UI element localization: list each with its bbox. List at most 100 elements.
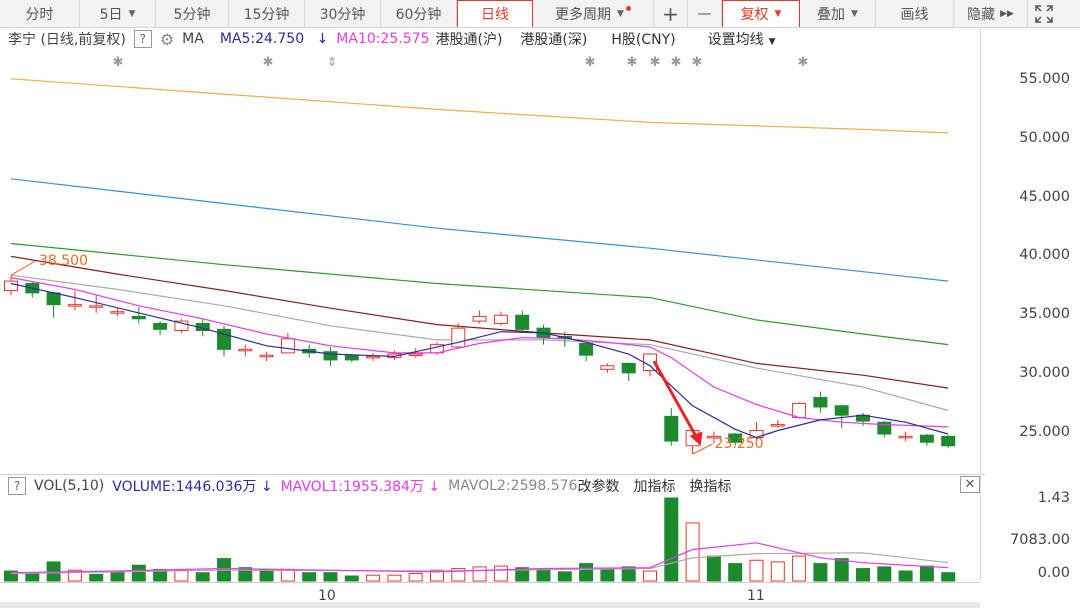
event-star-icon: ✱ xyxy=(263,55,274,70)
volume-bar xyxy=(919,565,934,582)
candle xyxy=(919,434,934,443)
volume-bar xyxy=(898,570,913,582)
help-icon[interactable]: ? xyxy=(8,477,26,495)
price-tick: 40.000 xyxy=(1019,247,1070,263)
mavol1-value: MAVOL1:1955.384万 ↓ xyxy=(280,479,441,495)
candle xyxy=(515,314,530,330)
candle xyxy=(770,424,785,427)
candle xyxy=(792,402,807,419)
candle xyxy=(46,292,61,306)
volume-bar xyxy=(834,558,849,582)
volume-bar xyxy=(941,572,956,582)
vol-label[interactable]: VOL(5,10) xyxy=(34,478,104,494)
candle xyxy=(941,435,956,447)
volume-bar xyxy=(195,572,210,582)
switch-indicator-button[interactable]: 换指标 xyxy=(689,476,731,496)
high-label: 38.500 xyxy=(39,253,88,269)
volume-bar xyxy=(259,568,274,582)
event-star-icon: ✱ xyxy=(650,55,661,70)
change-params-button[interactable]: 改参数 xyxy=(577,476,619,496)
volume-bar xyxy=(856,568,870,582)
candle xyxy=(472,315,487,322)
ma10-line xyxy=(10,277,949,428)
volume-bar xyxy=(536,568,551,582)
candle xyxy=(898,435,913,439)
volume-bar xyxy=(280,568,295,582)
volume-bar xyxy=(706,555,721,582)
price-tick: 55.000 xyxy=(1019,71,1070,87)
volume-bar xyxy=(472,566,487,582)
candle xyxy=(259,354,274,358)
price-tick: 35.000 xyxy=(1019,306,1070,322)
candle xyxy=(493,314,508,324)
candle xyxy=(813,397,828,408)
kline-chart[interactable]: ✱ ✱ ✱ ✱ ✱ ✱ ✱ ✱ ⇕ 38.500 23.250 xyxy=(0,0,1080,608)
axis-separator xyxy=(980,27,981,580)
event-star-icon: ✱ xyxy=(671,55,682,70)
candle xyxy=(664,415,679,442)
candle xyxy=(238,348,253,352)
volume-bar xyxy=(664,497,679,582)
price-tick: 30.000 xyxy=(1019,365,1070,381)
price-tick: 25.000 xyxy=(1019,424,1070,440)
volume-bar xyxy=(813,563,828,582)
volume-bar xyxy=(387,574,402,582)
high-pointer xyxy=(10,260,36,276)
volume-bar xyxy=(174,569,189,582)
candle xyxy=(834,405,849,416)
price-tick: 45.000 xyxy=(1019,189,1070,205)
event-star-icon: ✱ xyxy=(113,55,124,70)
volume-value: VOLUME:1446.036万 ↓ xyxy=(112,479,273,495)
volume-bar xyxy=(792,555,807,582)
volume-bar xyxy=(323,572,338,582)
candle xyxy=(621,362,636,374)
horizontal-scrollbar[interactable] xyxy=(0,602,980,608)
volume-bar xyxy=(25,572,40,582)
candle xyxy=(153,322,168,330)
volume-tick: 0.00 xyxy=(1037,565,1070,581)
volume-bar xyxy=(643,570,657,582)
volume-bar xyxy=(770,561,785,582)
candle xyxy=(4,280,18,292)
candle xyxy=(280,338,295,354)
event-star-icon: ✱ xyxy=(798,55,809,70)
volume-bar xyxy=(302,572,317,582)
ma250-line xyxy=(10,78,949,134)
volume-bar xyxy=(877,566,892,582)
volume-bar xyxy=(579,563,594,582)
volume-info-bar: ? VOL(5,10) VOLUME:1446.036万 ↓ MAVOL1:19… xyxy=(0,474,985,497)
close-icon[interactable]: ✕ xyxy=(960,476,980,493)
volume-bar xyxy=(749,559,764,582)
candle xyxy=(579,342,594,356)
volume-bar xyxy=(131,564,146,582)
down-arrow-icon: ↓ xyxy=(428,479,441,495)
volume-bar xyxy=(366,574,381,582)
candle xyxy=(600,365,615,370)
volume-bar xyxy=(89,573,104,582)
candle xyxy=(110,311,125,314)
split-marker-icon: ⇕ xyxy=(327,55,337,69)
volume-bar xyxy=(728,563,743,582)
volume-bar xyxy=(110,571,125,582)
volume-bar xyxy=(600,568,615,582)
event-star-icon: ✱ xyxy=(627,55,638,70)
volume-bar xyxy=(557,571,572,582)
event-star-icon: ✱ xyxy=(692,55,703,70)
add-indicator-button[interactable]: 加指标 xyxy=(633,476,675,496)
ma5-line xyxy=(10,282,949,439)
volume-tick: 7083.00 xyxy=(1010,532,1070,548)
candle xyxy=(366,355,381,359)
candle xyxy=(451,327,466,348)
down-arrow-icon: ↓ xyxy=(260,479,273,495)
event-star-icon: ✱ xyxy=(585,55,596,70)
volume-tick: 1.43 xyxy=(1037,490,1070,506)
candle xyxy=(131,315,146,320)
candle xyxy=(89,305,104,308)
volume-bar xyxy=(408,573,423,582)
volume-bar xyxy=(493,565,508,582)
volume-bar xyxy=(344,575,359,582)
price-tick: 50.000 xyxy=(1019,130,1070,146)
candle xyxy=(67,304,82,307)
candle xyxy=(344,354,359,361)
candle xyxy=(408,353,423,357)
